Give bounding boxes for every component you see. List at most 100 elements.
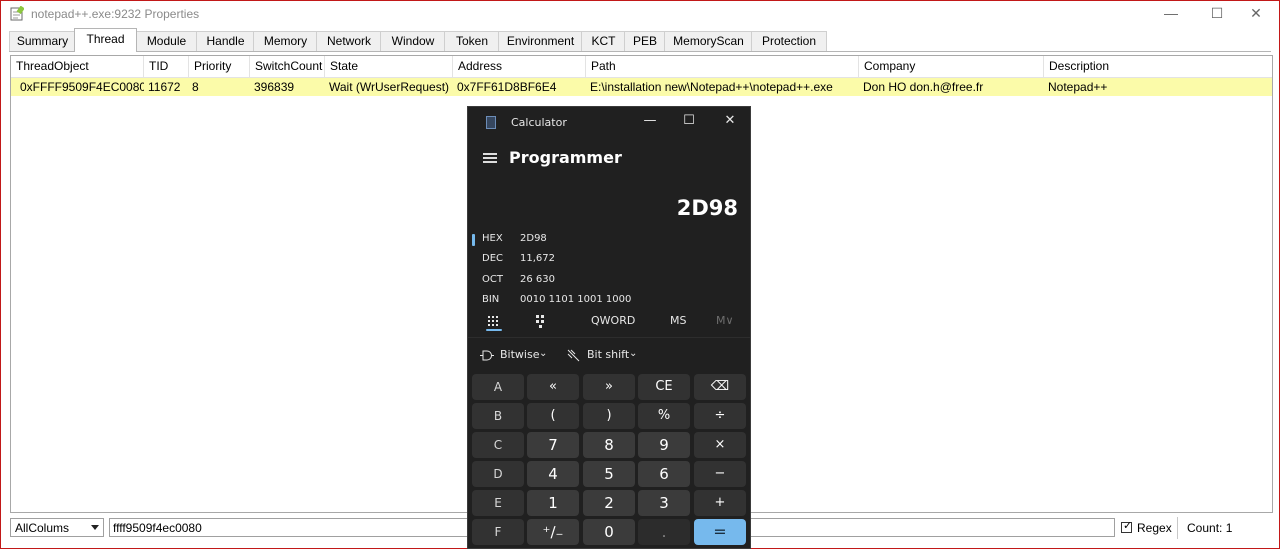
key-d[interactable]: D: [472, 461, 524, 487]
radix-bin[interactable]: BIN 0010 1101 1001 1000: [468, 291, 750, 311]
column-switchcount[interactable]: SwitchCount: [250, 56, 325, 77]
column-address[interactable]: Address: [453, 56, 586, 77]
tab-peb[interactable]: PEB: [624, 31, 666, 51]
regex-label: Regex: [1137, 521, 1172, 535]
key-clear-entry[interactable]: CE: [638, 374, 690, 400]
key-add[interactable]: +: [694, 490, 746, 516]
key-open-paren[interactable]: (: [527, 403, 579, 429]
close-button[interactable]: ✕: [1233, 1, 1279, 27]
toolbar-divider: [468, 337, 750, 338]
tab-kct[interactable]: KCT: [581, 31, 626, 51]
column-priority[interactable]: Priority: [189, 56, 250, 77]
table-row[interactable]: 0xFFFF9509F4EC0080 11672 8 396839 Wait (…: [11, 78, 1272, 96]
radix-value: 2D98: [520, 233, 547, 244]
radix-label: DEC: [482, 253, 504, 264]
tab-window[interactable]: Window: [380, 31, 446, 51]
cell-priority: 8: [192, 80, 199, 94]
radix-hex[interactable]: HEX 2D98: [468, 230, 750, 250]
tab-network[interactable]: Network: [316, 31, 382, 51]
bitwise-dropdown[interactable]: Bitwise: [500, 348, 539, 361]
calc-close-button[interactable]: ✕: [720, 112, 740, 130]
tab-divider: [9, 51, 1271, 52]
calculator-display: 2D98: [676, 196, 738, 220]
memory-recall-button[interactable]: M∨: [716, 314, 734, 327]
check-icon: ✓: [1123, 520, 1133, 532]
column-state[interactable]: State: [325, 56, 453, 77]
tab-summary[interactable]: Summary: [9, 31, 76, 51]
column-description[interactable]: Description: [1044, 56, 1272, 77]
key-6[interactable]: 6: [638, 461, 690, 487]
tab-protection[interactable]: Protection: [751, 31, 827, 51]
word-size-button[interactable]: QWORD: [591, 314, 635, 327]
radix-value: 11,672: [520, 253, 555, 264]
key-backspace[interactable]: ⌫: [694, 374, 746, 400]
tab-memoryscan[interactable]: MemoryScan: [664, 31, 753, 51]
cell-path: E:\installation new\Notepad++\notepad++.…: [590, 80, 833, 94]
calculator-window: Calculator — ☐ ✕ Programmer 2D98 HEX 2D9…: [467, 106, 751, 549]
key-7[interactable]: 7: [527, 432, 579, 458]
key-decimal[interactable]: .: [638, 519, 690, 545]
column-select[interactable]: AllColums: [10, 518, 104, 537]
tab-token[interactable]: Token: [444, 31, 500, 51]
key-percent[interactable]: %: [638, 403, 690, 429]
radix-label: HEX: [482, 233, 503, 244]
cell-description: Notepad++: [1048, 80, 1108, 94]
tab-thread[interactable]: Thread: [74, 28, 137, 52]
column-threadobject[interactable]: ThreadObject: [11, 56, 144, 77]
key-4[interactable]: 4: [527, 461, 579, 487]
chevron-down-icon: ⌄: [629, 348, 638, 359]
cell-switchcount: 396839: [254, 80, 295, 94]
calc-minimize-button[interactable]: —: [640, 112, 660, 130]
keypad-icon[interactable]: [488, 316, 500, 328]
column-tid[interactable]: TID: [144, 56, 189, 77]
key-e[interactable]: E: [472, 490, 524, 516]
tab-module[interactable]: Module: [135, 31, 198, 51]
key-rotate-left[interactable]: «: [527, 374, 579, 400]
key-8[interactable]: 8: [583, 432, 635, 458]
key-0[interactable]: 0: [583, 519, 635, 545]
key-5[interactable]: 5: [583, 461, 635, 487]
key-close-paren[interactable]: ): [583, 403, 635, 429]
key-b[interactable]: B: [472, 403, 524, 429]
key-1[interactable]: 1: [527, 490, 579, 516]
calculator-mode: Programmer: [509, 148, 622, 167]
cell-state: Wait (WrUserRequest): [329, 80, 450, 94]
tab-handle[interactable]: Handle: [196, 31, 255, 51]
regex-checkbox[interactable]: ✓: [1121, 520, 1133, 533]
key-c[interactable]: C: [472, 432, 524, 458]
table-header: ThreadObject TID Priority SwitchCount St…: [11, 56, 1272, 78]
bit-toggle-icon[interactable]: [536, 315, 546, 328]
radix-dec[interactable]: DEC 11,672: [468, 250, 750, 270]
calculator-title: Calculator: [511, 116, 567, 129]
bitwise-icon: [480, 350, 494, 361]
tab-memory[interactable]: Memory: [253, 31, 318, 51]
chevron-down-icon: [91, 525, 99, 530]
bit-shift-dropdown[interactable]: Bit shift: [587, 348, 629, 361]
key-2[interactable]: 2: [583, 490, 635, 516]
memory-store-button[interactable]: MS: [670, 314, 686, 327]
column-path[interactable]: Path: [586, 56, 859, 77]
count-label: Count: 1: [1187, 521, 1233, 535]
key-negate[interactable]: ⁺∕₋: [527, 519, 579, 545]
key-subtract[interactable]: −: [694, 461, 746, 487]
key-3[interactable]: 3: [638, 490, 690, 516]
key-divide[interactable]: ÷: [694, 403, 746, 429]
key-equals[interactable]: =: [694, 519, 746, 545]
radix-label: OCT: [482, 274, 503, 285]
radix-label: BIN: [482, 294, 500, 305]
key-f[interactable]: F: [472, 519, 524, 545]
title-bar: notepad++.exe:9232 Properties — ☐ ✕: [1, 1, 1279, 27]
window-title: notepad++.exe:9232 Properties: [31, 7, 200, 21]
key-a[interactable]: A: [472, 374, 524, 400]
key-multiply[interactable]: ×: [694, 432, 746, 458]
column-company[interactable]: Company: [859, 56, 1044, 77]
key-9[interactable]: 9: [638, 432, 690, 458]
radix-oct[interactable]: OCT 26 630: [468, 271, 750, 291]
tab-environment[interactable]: Environment: [498, 31, 583, 51]
minimize-button[interactable]: —: [1148, 1, 1194, 27]
column-select-value: AllColums: [15, 521, 70, 535]
key-rotate-right[interactable]: »: [583, 374, 635, 400]
hamburger-menu-icon[interactable]: [483, 153, 497, 163]
calc-maximize-button[interactable]: ☐: [679, 112, 699, 130]
radix-value: 26 630: [520, 274, 555, 285]
